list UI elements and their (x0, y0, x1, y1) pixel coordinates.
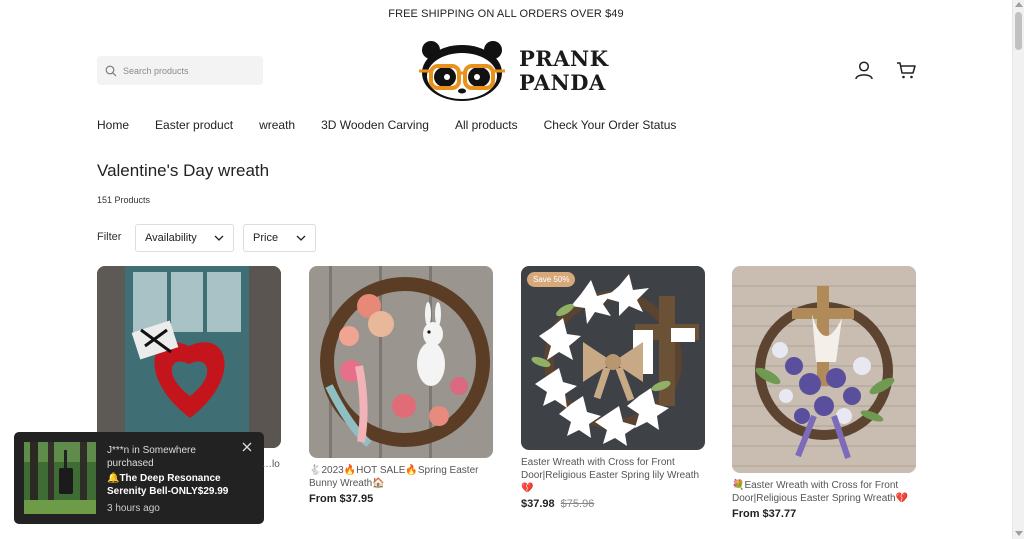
popup-message: J***n in Somewhere purchased (107, 445, 196, 469)
popup-product-thumbnail[interactable] (24, 442, 96, 514)
site-logo[interactable]: PRANK PANDA (416, 40, 608, 102)
product-price: From $37.95 (309, 493, 374, 505)
nav-link-wreath[interactable]: wreath (259, 118, 295, 132)
filter-label: Filter (97, 231, 122, 243)
header-actions (854, 60, 916, 80)
close-icon[interactable] (242, 442, 252, 452)
nav-link-easter-product[interactable]: Easter product (155, 118, 233, 132)
red-heart-wreath-image (97, 266, 281, 448)
announcement-bar: FREE SHIPPING ON ALL ORDERS OVER $49 (388, 8, 624, 20)
product-card[interactable]: Save 50% Easter Wreath with Cross for Fr… (521, 266, 705, 510)
easter-bunny-wreath-image (309, 266, 493, 458)
account-icon[interactable] (854, 60, 874, 80)
page-scrollbar[interactable] (1012, 0, 1024, 539)
compare-at-price: $75.96 (560, 498, 595, 510)
availability-filter-label: Availability (145, 232, 197, 244)
product-price: $37.98 (521, 498, 555, 510)
panda-logo-icon (419, 41, 505, 101)
nav-link-home[interactable]: Home (97, 118, 129, 132)
product-image[interactable]: Save 50% (521, 266, 705, 450)
scroll-down-arrow-icon[interactable] (1015, 531, 1023, 536)
product-card[interactable]: 💐Easter Wreath with Cross for Front Door… (732, 266, 916, 520)
search-icon (105, 65, 117, 76)
wind-bell-image (24, 442, 96, 514)
product-image[interactable] (309, 266, 493, 458)
product-image[interactable] (97, 266, 281, 448)
availability-filter-dropdown[interactable]: Availability (135, 224, 234, 252)
search-input[interactable] (123, 65, 253, 76)
nav-link-all-products[interactable]: All products (455, 118, 518, 132)
collection-title: Valentine's Day wreath (97, 161, 270, 180)
search-box[interactable] (97, 56, 263, 85)
brand-line-2: PANDA (519, 70, 606, 95)
product-title[interactable]: 🐇2023🔥HOT SALE🔥Spring Easter Bunny Wreat… (309, 464, 493, 490)
cart-icon[interactable] (896, 60, 916, 80)
chevron-down-icon (296, 235, 306, 241)
recent-purchase-popup[interactable]: J***n in Somewhere purchased 🔔The Deep R… (14, 432, 264, 524)
product-card[interactable]: 🐇2023🔥HOT SALE🔥Spring Easter Bunny Wreat… (309, 266, 493, 505)
lily-cross-wreath-image (521, 266, 705, 450)
product-title[interactable]: 💐Easter Wreath with Cross for Front Door… (732, 479, 916, 505)
chevron-down-icon (214, 235, 224, 241)
price-filter-label: Price (253, 232, 279, 244)
brand-line-1: PRANK (519, 46, 609, 71)
nav-link-order-status[interactable]: Check Your Order Status (544, 118, 677, 132)
brand-name: PRANK PANDA (519, 47, 608, 95)
popup-product-name[interactable]: 🔔The Deep Resonance Serenity Bell-ONLY$2… (107, 472, 252, 498)
nav-link-3d-wooden-carving[interactable]: 3D Wooden Carving (321, 118, 429, 132)
product-price: From $37.77 (732, 508, 797, 520)
product-title-fragment[interactable]: …lo (262, 459, 280, 470)
scroll-up-arrow-icon[interactable] (1015, 2, 1023, 7)
product-count: 151 Products (97, 195, 151, 205)
main-navigation: Home Easter product wreath 3D Wooden Car… (97, 118, 702, 132)
scrollbar-thumb[interactable] (1015, 12, 1022, 50)
product-title[interactable]: Easter Wreath with Cross for Front Door|… (521, 456, 705, 495)
product-price-row: $37.98 $75.96 (521, 498, 705, 510)
sale-badge: Save 50% (527, 272, 576, 287)
product-card[interactable] (97, 266, 281, 448)
price-filter-dropdown[interactable]: Price (243, 224, 316, 252)
purple-cross-wreath-image (732, 266, 916, 473)
popup-timestamp: 3 hours ago (107, 503, 160, 514)
product-image[interactable] (732, 266, 916, 473)
